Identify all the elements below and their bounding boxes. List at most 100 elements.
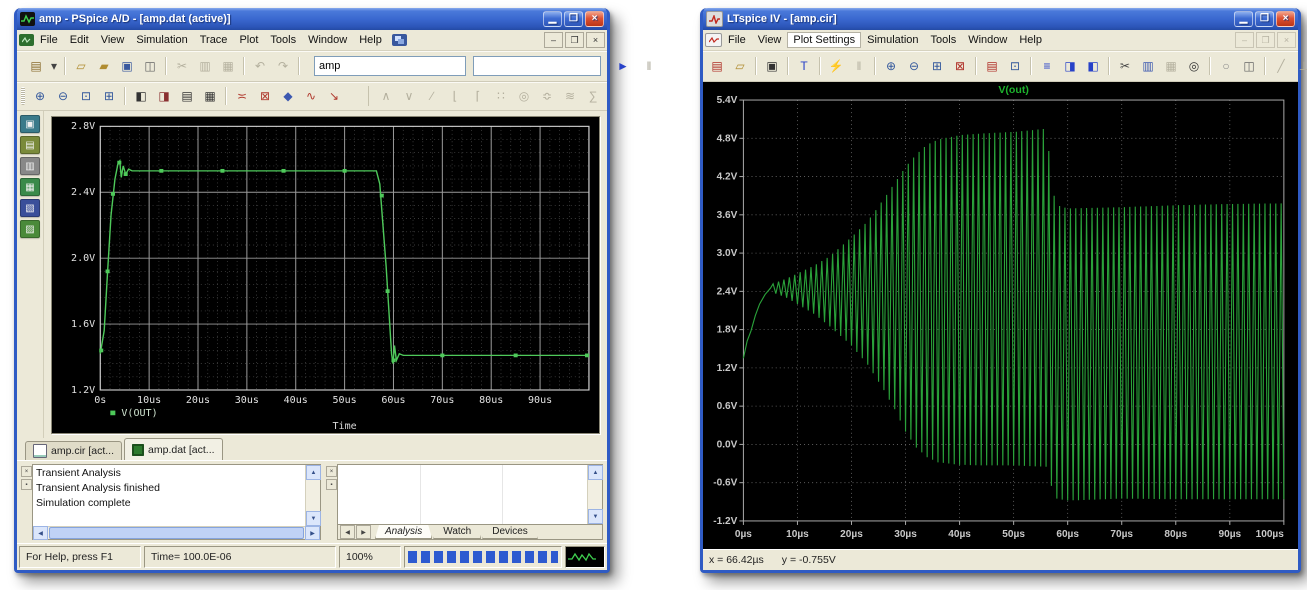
simulation-profile-combobox[interactable] bbox=[314, 56, 466, 76]
ltspice-titlebar[interactable]: LTspice IV - [amp.cir] ▁ ❐ × bbox=[703, 8, 1298, 30]
zoom-area-icon[interactable]: ⊡ bbox=[75, 86, 97, 106]
mdi-minimize-button[interactable]: – bbox=[1235, 32, 1254, 48]
ltspice-menu-view[interactable]: View bbox=[752, 32, 788, 48]
pspice-menu-edit[interactable]: Edit bbox=[64, 32, 95, 48]
add-plot-icon[interactable]: ▤ bbox=[176, 86, 198, 106]
mdi-restore-button[interactable]: ❐ bbox=[1256, 32, 1275, 48]
tab-amp-dat[interactable]: amp.dat [act... bbox=[124, 438, 223, 460]
copy-bitmap-icon[interactable]: ○ bbox=[1215, 56, 1237, 76]
maximize-button[interactable]: ❐ bbox=[564, 11, 583, 27]
pspice-menu-help[interactable]: Help bbox=[353, 32, 388, 48]
pspice-menu-window[interactable]: Window bbox=[302, 32, 353, 48]
pspice-menu-trace[interactable]: Trace bbox=[194, 32, 234, 48]
pane-close-icon[interactable]: × bbox=[21, 466, 32, 477]
watch-window-icon[interactable]: ▧ bbox=[20, 199, 40, 217]
evaluate-measurement-icon[interactable]: ◆ bbox=[277, 86, 299, 106]
open-icon[interactable]: ▱ bbox=[729, 56, 751, 76]
sine-marker-icon[interactable]: ∿ bbox=[300, 86, 322, 106]
tab-scroll-left-icon[interactable]: ◀ bbox=[340, 525, 355, 539]
close-button[interactable]: × bbox=[1276, 11, 1295, 27]
pspice-menu-plot[interactable]: Plot bbox=[233, 32, 264, 48]
ltspice-menu-plot-settings[interactable]: Plot Settings bbox=[787, 32, 861, 48]
plot-settings-icon[interactable]: ≡ bbox=[1036, 56, 1058, 76]
pspice-menu-tools[interactable]: Tools bbox=[264, 32, 302, 48]
zoom-back-icon[interactable]: ⊠ bbox=[949, 56, 971, 76]
pspice-menu-view[interactable]: View bbox=[95, 32, 131, 48]
pane-expand-icon[interactable]: ▪ bbox=[21, 479, 32, 490]
scroll-left-icon[interactable]: ◀ bbox=[33, 526, 48, 540]
open-append-icon[interactable]: ▰ bbox=[93, 56, 115, 76]
copy-icon[interactable]: ▥ bbox=[1137, 56, 1159, 76]
zoom-fit-icon[interactable]: ⊞ bbox=[98, 86, 120, 106]
simulation-argument-combobox[interactable] bbox=[473, 56, 601, 76]
view-output-file-icon[interactable]: ▥ bbox=[20, 157, 40, 175]
tab-scroll-right-icon[interactable]: ▶ bbox=[356, 525, 371, 539]
print-icon[interactable]: ◫ bbox=[139, 56, 161, 76]
zoom-in-icon[interactable]: ⊕ bbox=[880, 56, 902, 76]
mdi-minimize-button[interactable]: – bbox=[544, 32, 563, 48]
zoom-out-icon[interactable]: ⊖ bbox=[903, 56, 925, 76]
scroll-down-icon[interactable]: ▼ bbox=[588, 509, 603, 524]
control-panel-icon[interactable]: T bbox=[793, 56, 815, 76]
zoom-full-extents-icon[interactable]: ⊞ bbox=[926, 56, 948, 76]
plot-to-window-icon[interactable]: ◧ bbox=[130, 86, 152, 106]
waveform-pane-icon[interactable]: ◨ bbox=[1059, 56, 1081, 76]
cut-icon[interactable]: ✂ bbox=[1114, 56, 1136, 76]
simulation-manager-icon[interactable]: ▣ bbox=[20, 115, 40, 133]
scroll-down-icon[interactable]: ▼ bbox=[306, 511, 321, 526]
vertical-scrollbar[interactable]: ▲ ▼ bbox=[587, 465, 602, 524]
print-icon[interactable]: ◫ bbox=[1238, 56, 1260, 76]
schematic-pane-icon[interactable]: ◧ bbox=[1082, 56, 1104, 76]
zoom-out-icon[interactable]: ⊖ bbox=[52, 86, 74, 106]
new-schematic-icon[interactable]: ▤ bbox=[706, 56, 728, 76]
minimize-button[interactable]: ▁ bbox=[543, 11, 562, 27]
scroll-up-icon[interactable]: ▲ bbox=[588, 465, 603, 480]
new-simulation-icon[interactable]: ▤ bbox=[25, 56, 47, 76]
watch-tab-watch[interactable]: Watch bbox=[433, 525, 481, 539]
pspice-menu-file[interactable]: File bbox=[34, 32, 64, 48]
new-dropdown-arrow-icon[interactable]: ▾ bbox=[48, 56, 60, 76]
mdi-restore-button[interactable]: ❐ bbox=[565, 32, 584, 48]
zoom-in-icon[interactable]: ⊕ bbox=[29, 86, 51, 106]
maximize-button[interactable]: ❐ bbox=[1255, 11, 1274, 27]
scroll-right-icon[interactable]: ▶ bbox=[305, 526, 320, 540]
pane-expand-icon[interactable]: ▪ bbox=[326, 479, 337, 490]
minimize-button[interactable]: ▁ bbox=[1234, 11, 1253, 27]
pane-close-icon[interactable]: × bbox=[326, 466, 337, 477]
pspice-titlebar[interactable]: amp - PSpice A/D - [amp.dat (active)] ▁ … bbox=[17, 8, 607, 30]
mdi-close-button[interactable]: × bbox=[586, 32, 605, 48]
view-netlist-icon[interactable]: ▤ bbox=[20, 136, 40, 154]
watch-tab-devices[interactable]: Devices bbox=[482, 525, 538, 539]
find-icon[interactable]: ◎ bbox=[1183, 56, 1205, 76]
open-icon[interactable]: ▱ bbox=[70, 56, 92, 76]
ltspice-menu-tools[interactable]: Tools bbox=[925, 32, 963, 48]
vertical-scrollbar[interactable]: ▲ ▼ bbox=[305, 465, 320, 526]
add-y-axis-icon[interactable]: ◨ bbox=[153, 86, 175, 106]
run-icon[interactable]: ⚡ bbox=[825, 56, 847, 76]
pspice-plot[interactable]: 1.2V1.6V2.0V2.4V2.8V0s10us20us30us40us50… bbox=[52, 117, 599, 433]
digital-display-icon[interactable]: ▦ bbox=[199, 86, 221, 106]
run-icon[interactable]: ► bbox=[612, 56, 634, 76]
x-axis-settings-icon[interactable]: ⊠ bbox=[254, 86, 276, 106]
ltspice-menu-simulation[interactable]: Simulation bbox=[861, 32, 924, 48]
mdi-close-button[interactable]: × bbox=[1277, 32, 1296, 48]
window-switch-icon[interactable] bbox=[392, 34, 407, 46]
ltspice-menu-help[interactable]: Help bbox=[1013, 32, 1048, 48]
cursor-arrow-icon[interactable]: ↘ bbox=[323, 86, 345, 106]
close-button[interactable]: × bbox=[585, 11, 604, 27]
tab-amp-cir[interactable]: amp.cir [act... bbox=[25, 441, 122, 460]
autorange-y-icon[interactable]: ⊡ bbox=[1004, 56, 1026, 76]
scrollbar-thumb[interactable] bbox=[49, 527, 304, 539]
device-window-icon[interactable]: ▨ bbox=[20, 220, 40, 238]
save-icon[interactable]: ▣ bbox=[116, 56, 138, 76]
spice-netlist-icon[interactable]: ▤ bbox=[981, 56, 1003, 76]
scroll-up-icon[interactable]: ▲ bbox=[306, 465, 321, 480]
pspice-menu-simulation[interactable]: Simulation bbox=[130, 32, 193, 48]
ltspice-menu-file[interactable]: File bbox=[722, 32, 752, 48]
ltspice-plot[interactable]: V(out)0µs10µs20µs30µs40µs50µs60µs70µs80µ… bbox=[703, 82, 1298, 549]
watch-tab-analysis[interactable]: Analysis bbox=[375, 525, 432, 539]
save-icon[interactable]: ▣ bbox=[761, 56, 783, 76]
mark-data-points-icon[interactable]: ≍ bbox=[231, 86, 253, 106]
view-results-icon[interactable]: ▦ bbox=[20, 178, 40, 196]
horizontal-scrollbar[interactable]: ◀ ▶ bbox=[33, 526, 320, 539]
